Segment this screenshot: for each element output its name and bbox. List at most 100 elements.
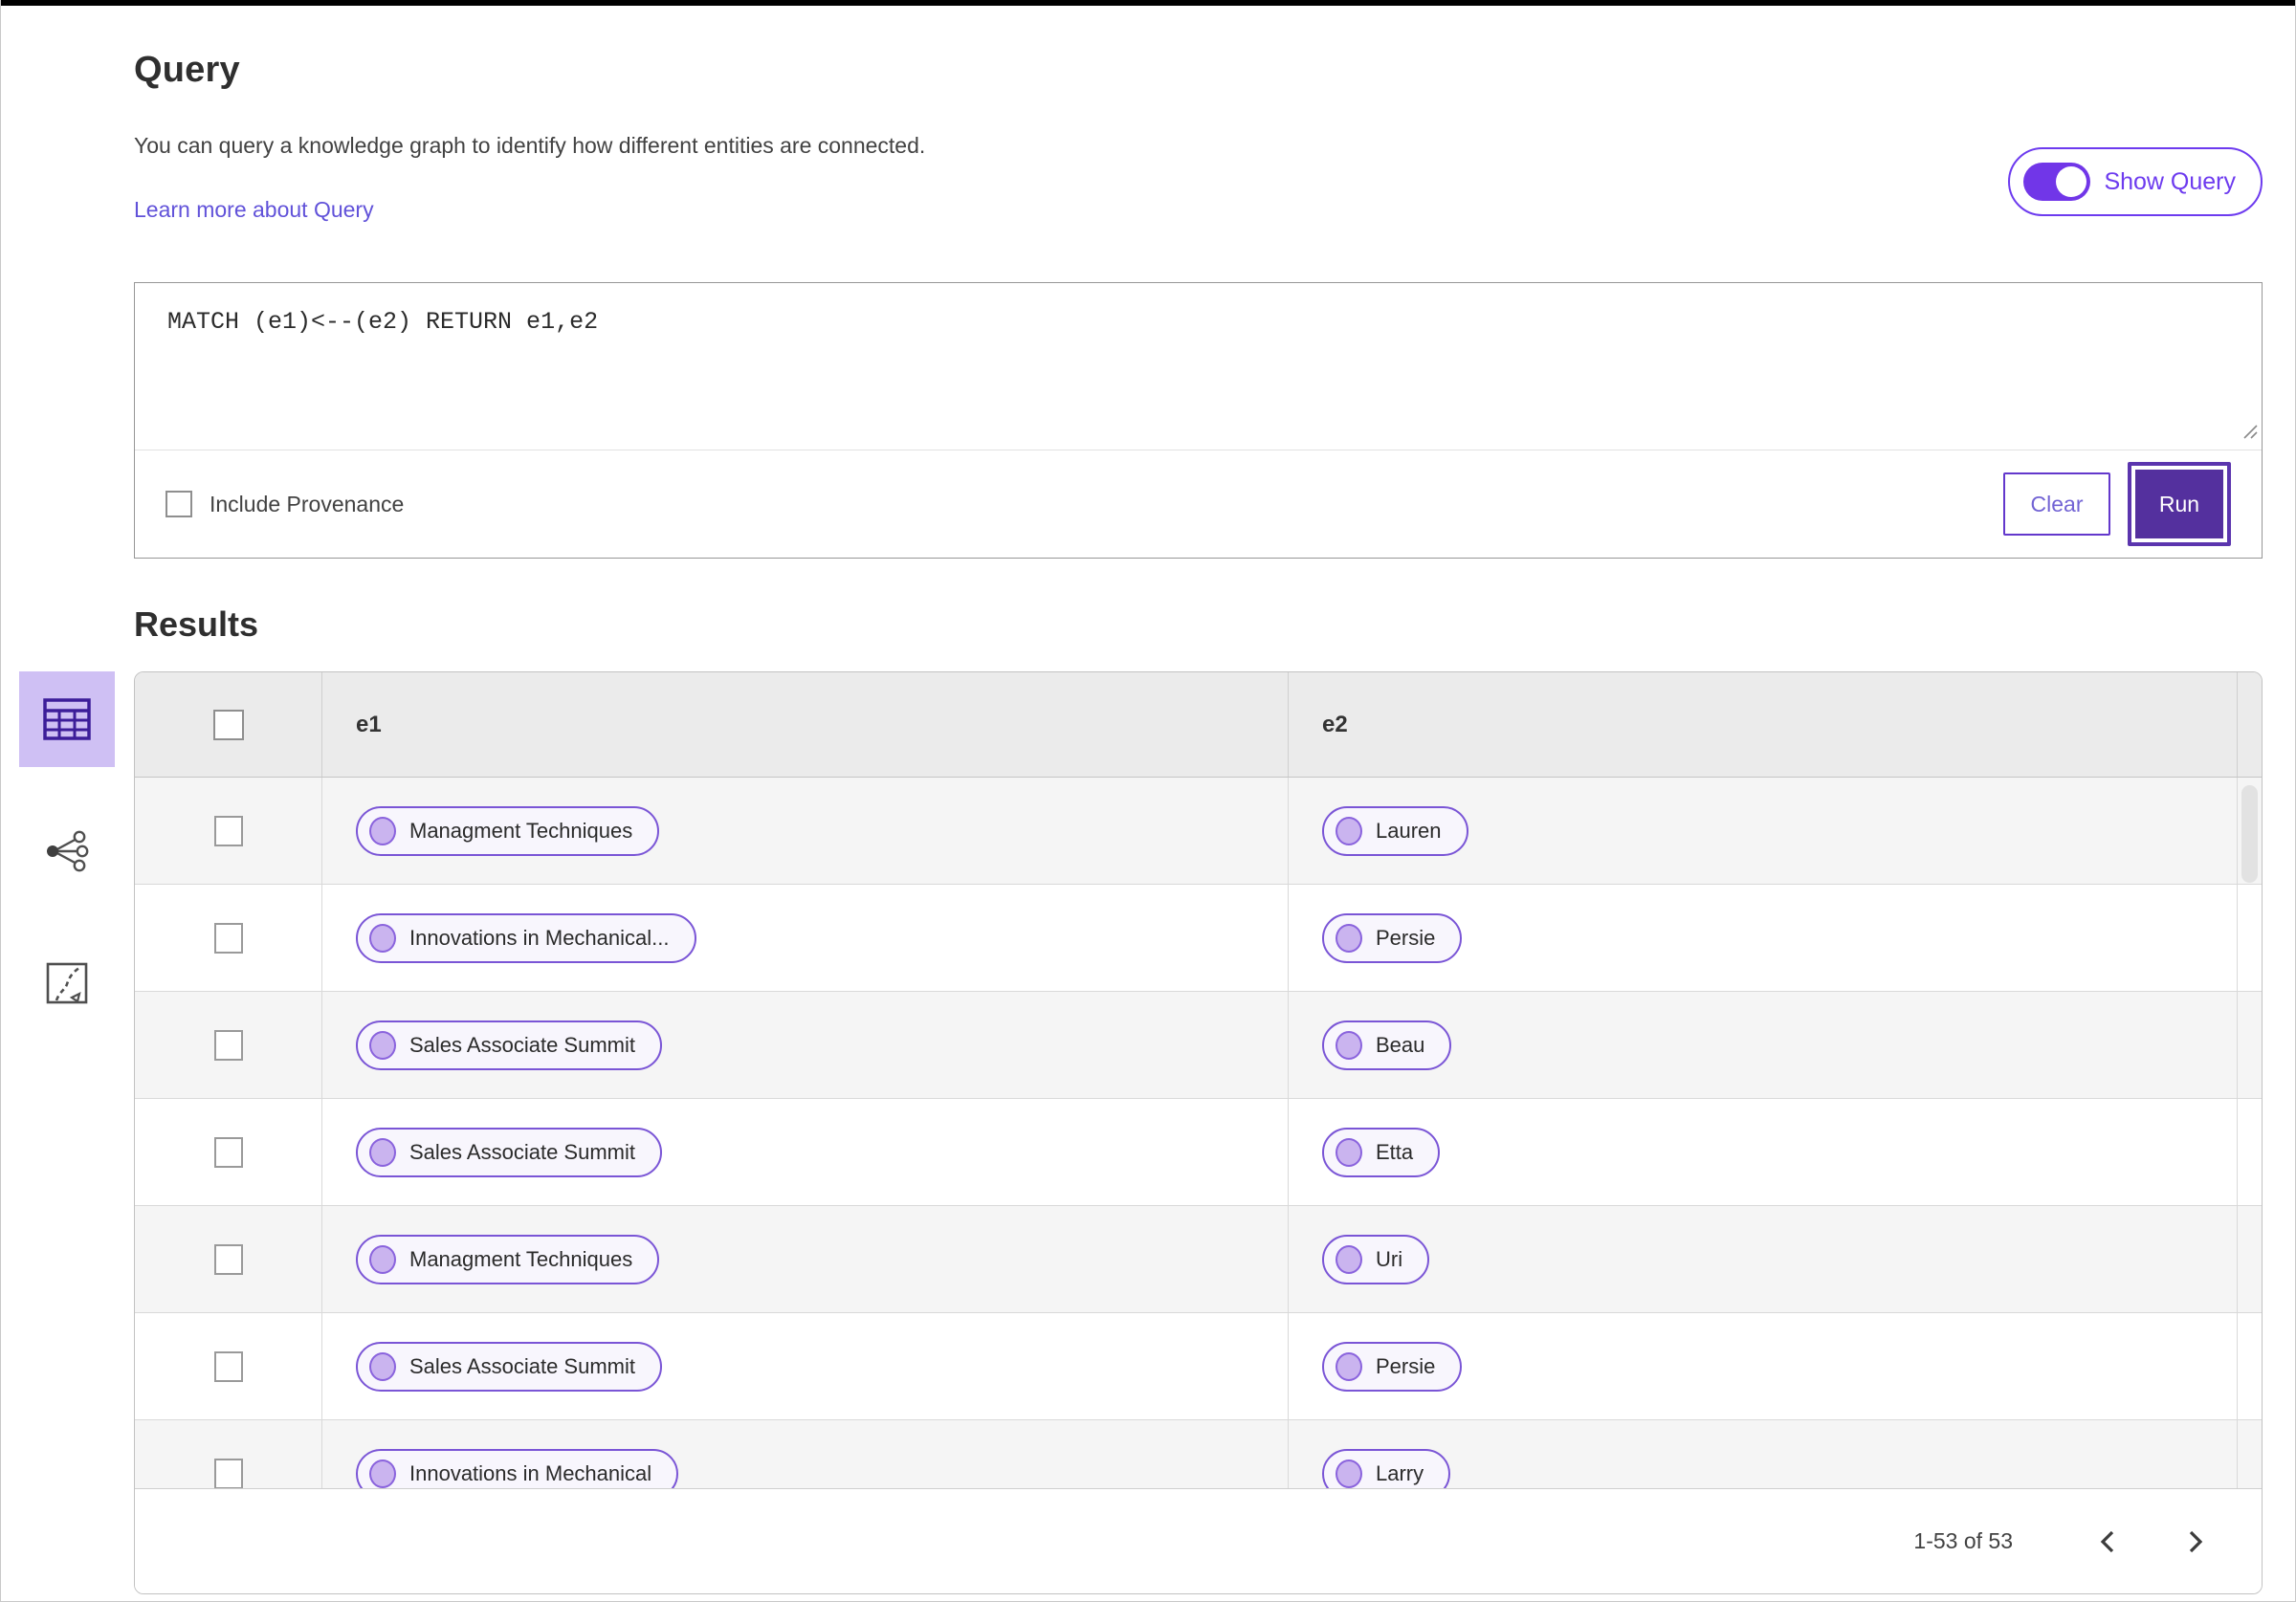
pagination-range: 1-53 of 53 [1913, 1528, 2013, 1553]
entity-node-icon [1336, 816, 1362, 845]
row-select-cell [135, 992, 321, 1098]
query-action-bar: Include Provenance Clear Run [135, 450, 2262, 558]
query-input[interactable]: MATCH (e1)<--(e2) RETURN e1,e2 [135, 283, 2262, 450]
main-content: Query Show Query You can query a knowled… [0, 6, 2296, 1594]
column-header-e1[interactable]: e1 [321, 672, 1288, 777]
entity-node-icon [1336, 1244, 1362, 1274]
entity-pill[interactable]: Innovations in Mechanical... [356, 912, 696, 963]
vertical-scrollbar-thumb[interactable] [2241, 785, 2258, 883]
entity-pill[interactable]: Larry [1322, 1448, 1451, 1488]
entity-pill[interactable]: Sales Associate Summit [356, 1127, 662, 1177]
query-panel: MATCH (e1)<--(e2) RETURN e1,e2 Include P… [134, 282, 2263, 559]
entity-node-icon [1336, 1030, 1362, 1060]
cell-e2: Etta [1288, 1099, 2262, 1205]
row-checkbox[interactable] [213, 922, 243, 954]
resize-handle-icon[interactable] [2241, 422, 2258, 444]
query-editor-wrap: MATCH (e1)<--(e2) RETURN e1,e2 [135, 283, 2262, 450]
row-checkbox[interactable] [213, 1350, 243, 1382]
row-checkbox[interactable] [213, 1458, 243, 1488]
row-select-cell [135, 1206, 321, 1312]
entity-node-icon [1336, 1459, 1362, 1488]
entity-pill[interactable]: Innovations in Mechanical [356, 1448, 679, 1488]
learn-more-link[interactable]: Learn more about Query [134, 197, 374, 223]
table-row: Innovations in Mechanical... Persie [135, 885, 2262, 992]
entity-node-icon [369, 1137, 396, 1167]
results-table-panel: e1 e2 Managment Techniques Lauren Innovati… [134, 671, 2263, 1594]
entity-label: Uri [1376, 1246, 1403, 1271]
entity-label: Innovations in Mechanical [409, 1460, 652, 1485]
table-header-row: e1 e2 [135, 672, 2262, 778]
entity-label: Sales Associate Summit [409, 1139, 635, 1164]
entity-pill[interactable]: Lauren [1322, 805, 1468, 856]
entity-pill[interactable]: Sales Associate Summit [356, 1020, 662, 1070]
cell-e2: Lauren [1288, 778, 2262, 884]
entity-label: Sales Associate Summit [409, 1353, 635, 1378]
table-icon [43, 698, 91, 740]
entity-label: Etta [1376, 1139, 1414, 1164]
cell-e2: Uri [1288, 1206, 2262, 1312]
entity-node-icon [369, 1244, 396, 1274]
network-view-button[interactable] [19, 803, 115, 899]
row-select-cell [135, 1420, 321, 1488]
cell-e2: Beau [1288, 992, 2262, 1098]
cell-e1: Sales Associate Summit [321, 1099, 1288, 1205]
row-checkbox[interactable] [213, 1243, 243, 1275]
cell-e1: Innovations in Mechanical [321, 1420, 1288, 1488]
column-header-e2-label: e2 [1322, 711, 1348, 737]
entity-pill[interactable]: Sales Associate Summit [356, 1341, 662, 1392]
previous-page-button[interactable] [2087, 1527, 2128, 1556]
table-row: Managment Techniques Lauren [135, 778, 2262, 885]
results-title: Results [134, 604, 259, 644]
entity-label: Innovations in Mechanical... [409, 925, 670, 950]
run-button-focus-ring: Run [2128, 462, 2231, 546]
results-body: e1 e2 Managment Techniques Lauren Innovati… [10, 671, 2263, 1594]
cell-e1: Managment Techniques [321, 778, 1288, 884]
chevron-left-icon [2100, 1530, 2114, 1552]
map-view-button[interactable] [19, 935, 115, 1031]
entity-pill[interactable]: Managment Techniques [356, 805, 660, 856]
table-rows-viewport: Managment Techniques Lauren Innovations in… [135, 778, 2262, 1488]
toggle-switch-icon[interactable] [2023, 163, 2091, 201]
entity-pill[interactable]: Managment Techniques [356, 1234, 660, 1284]
entity-pill[interactable]: Persie [1322, 912, 1463, 963]
entity-pill[interactable]: Etta [1322, 1127, 1441, 1177]
table-row: Sales Associate Summit Beau [135, 992, 2262, 1099]
row-checkbox[interactable] [213, 1029, 243, 1061]
page-title: Query [134, 50, 240, 90]
toggle-knob [2056, 166, 2087, 197]
cell-e1: Sales Associate Summit [321, 1313, 1288, 1419]
cell-e2: Persie [1288, 885, 2262, 991]
entity-label: Beau [1376, 1032, 1425, 1057]
column-header-e1-label: e1 [356, 711, 382, 737]
cell-e2: Persie [1288, 1313, 2262, 1419]
row-checkbox[interactable] [213, 1136, 243, 1168]
select-all-cell [135, 709, 321, 740]
next-page-button[interactable] [2175, 1527, 2216, 1556]
entity-node-icon [1336, 1137, 1362, 1167]
entity-pill[interactable]: Uri [1322, 1234, 1430, 1284]
include-provenance-checkbox[interactable] [166, 491, 192, 517]
table-row: Sales Associate Summit Etta [135, 1099, 2262, 1206]
column-header-e2[interactable]: e2 [1288, 672, 2262, 777]
entity-node-icon [369, 1030, 396, 1060]
row-checkbox[interactable] [213, 815, 243, 846]
row-select-cell [135, 1313, 321, 1419]
map-route-icon [46, 962, 88, 1004]
clear-button[interactable]: Clear [2003, 472, 2110, 536]
table-view-button[interactable] [19, 671, 115, 767]
show-query-label: Show Query [2104, 167, 2236, 195]
run-button[interactable]: Run [2135, 470, 2223, 538]
row-select-cell [135, 1099, 321, 1205]
entity-pill[interactable]: Persie [1322, 1341, 1463, 1392]
chevron-right-icon [2189, 1530, 2203, 1552]
row-select-cell [135, 778, 321, 884]
show-query-toggle[interactable]: Show Query [2008, 147, 2263, 216]
table-row: Managment Techniques Uri [135, 1206, 2262, 1313]
table-row: Innovations in Mechanical Larry [135, 1420, 2262, 1488]
cell-e1: Managment Techniques [321, 1206, 1288, 1312]
entity-label: Sales Associate Summit [409, 1032, 635, 1057]
entity-pill[interactable]: Beau [1322, 1020, 1452, 1070]
select-all-checkbox[interactable] [212, 709, 244, 740]
cell-e1: Sales Associate Summit [321, 992, 1288, 1098]
network-graph-icon [47, 830, 89, 872]
